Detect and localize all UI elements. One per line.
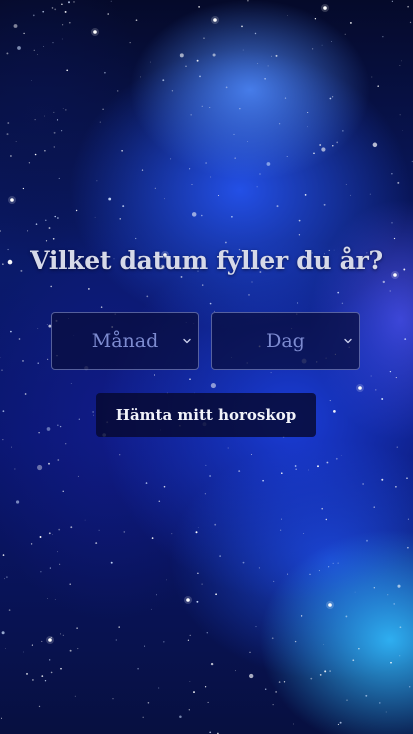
get-horoscope-button[interactable]: Hämta mitt horoskop xyxy=(96,393,316,437)
page-title: Vilket datum fyller du år? xyxy=(30,246,383,275)
chevron-down-icon xyxy=(183,338,191,344)
month-select[interactable]: Månad xyxy=(51,312,199,370)
month-select-value: Månad xyxy=(91,330,159,352)
horoscope-form: Vilket datum fyller du år? Månad Dag Häm… xyxy=(0,0,413,734)
day-select-value: Dag xyxy=(266,330,305,352)
chevron-down-icon xyxy=(344,338,352,344)
day-select[interactable]: Dag xyxy=(211,312,360,370)
